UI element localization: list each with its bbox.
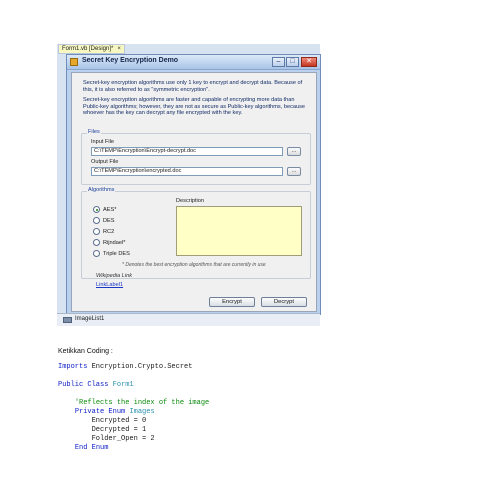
output-browse-button[interactable]: ...: [287, 167, 301, 176]
wikipedia-link[interactable]: LinkLabel1: [96, 282, 123, 288]
close-button[interactable]: ✕: [301, 57, 317, 67]
radio-button[interactable]: [93, 250, 100, 257]
files-group-title: Files: [87, 129, 101, 135]
minimize-button[interactable]: –: [272, 57, 285, 67]
end-enum-keyword: End Enum: [74, 444, 109, 452]
window-title: Secret Key Encryption Demo: [82, 57, 179, 64]
radio-button[interactable]: [93, 228, 100, 235]
input-file-field[interactable]: C:\TEMP\Encryption\Encrypt-decrypt.doc: [91, 147, 283, 156]
imagelist-component[interactable]: ImageList1: [75, 316, 104, 322]
code-comment: 'Reflects the index of the image: [74, 399, 210, 407]
description-paragraph: Secret-key encryption algorithms are fas…: [83, 97, 305, 117]
radio-des[interactable]: DES: [93, 216, 115, 225]
form-client-area: Secret-key encryption algorithms use onl…: [71, 72, 317, 312]
radio-label: RC2: [103, 228, 115, 235]
document-tab[interactable]: Form1.vb [Design]* ×: [58, 44, 125, 54]
radio-rijndael[interactable]: Rijndael*: [93, 238, 125, 247]
document-tab-label: Form1.vb [Design]*: [62, 46, 114, 52]
radio-triple-des[interactable]: Triple DES: [93, 249, 130, 258]
imports-keyword: Imports: [58, 363, 88, 371]
instruction-text: Ketikkan Coding :: [58, 348, 113, 355]
component-tray: ImageList1: [57, 313, 320, 326]
radio-rc2[interactable]: RC2: [93, 227, 114, 236]
enum-member: Folder_Open = 2: [91, 435, 155, 443]
description-label: Description: [176, 198, 204, 204]
description-text: Secret-key encryption algorithms use onl…: [83, 80, 311, 121]
input-file-label: Input File: [91, 139, 115, 145]
enum-name: Images: [129, 408, 155, 416]
decrypt-button[interactable]: Decrypt: [261, 297, 307, 307]
radio-label: Triple DES: [103, 250, 130, 257]
algorithm-description-box: [176, 206, 302, 256]
radio-label: AES*: [103, 206, 117, 213]
algorithm-note: * Denotes the best encryption algorithms…: [122, 262, 266, 268]
output-file-field[interactable]: C:\TEMP\Encryption\encrypted.doc: [91, 167, 283, 176]
maximize-button[interactable]: □: [286, 57, 299, 67]
radio-label: Rijndael*: [103, 239, 126, 246]
form-window: Secret Key Encryption Demo – □ ✕ Secret-…: [66, 54, 321, 315]
enum-keyword: Private Enum: [74, 408, 126, 416]
imports-namespace: Encryption.Crypto.Secret: [91, 363, 193, 371]
class-keyword: Public Class: [58, 381, 109, 389]
algorithms-group-title: Algorithms: [87, 187, 116, 193]
description-paragraph: Secret-key encryption algorithms use onl…: [83, 80, 303, 93]
title-bar[interactable]: Secret Key Encryption Demo – □ ✕: [67, 55, 320, 70]
radio-button-selected[interactable]: [93, 206, 100, 213]
imagelist-icon: [63, 317, 72, 323]
enum-member: Encrypted = 0: [91, 417, 147, 425]
code-block: Imports Encryption.Crypto.Secret Public …: [58, 363, 209, 453]
wikipedia-label: Wikipedia Link: [96, 273, 133, 279]
enum-member: Decrypted = 1: [91, 426, 147, 434]
radio-aes[interactable]: AES*: [93, 205, 116, 214]
input-browse-button[interactable]: ...: [287, 147, 301, 156]
encrypt-button[interactable]: Encrypt: [209, 297, 255, 307]
radio-button[interactable]: [93, 239, 100, 246]
radio-label: DES: [103, 217, 115, 224]
class-name: Form1: [112, 381, 134, 389]
close-icon[interactable]: ×: [117, 45, 121, 53]
output-file-label: Output File: [91, 159, 119, 165]
app-icon: [70, 58, 78, 66]
radio-button[interactable]: [93, 217, 100, 224]
